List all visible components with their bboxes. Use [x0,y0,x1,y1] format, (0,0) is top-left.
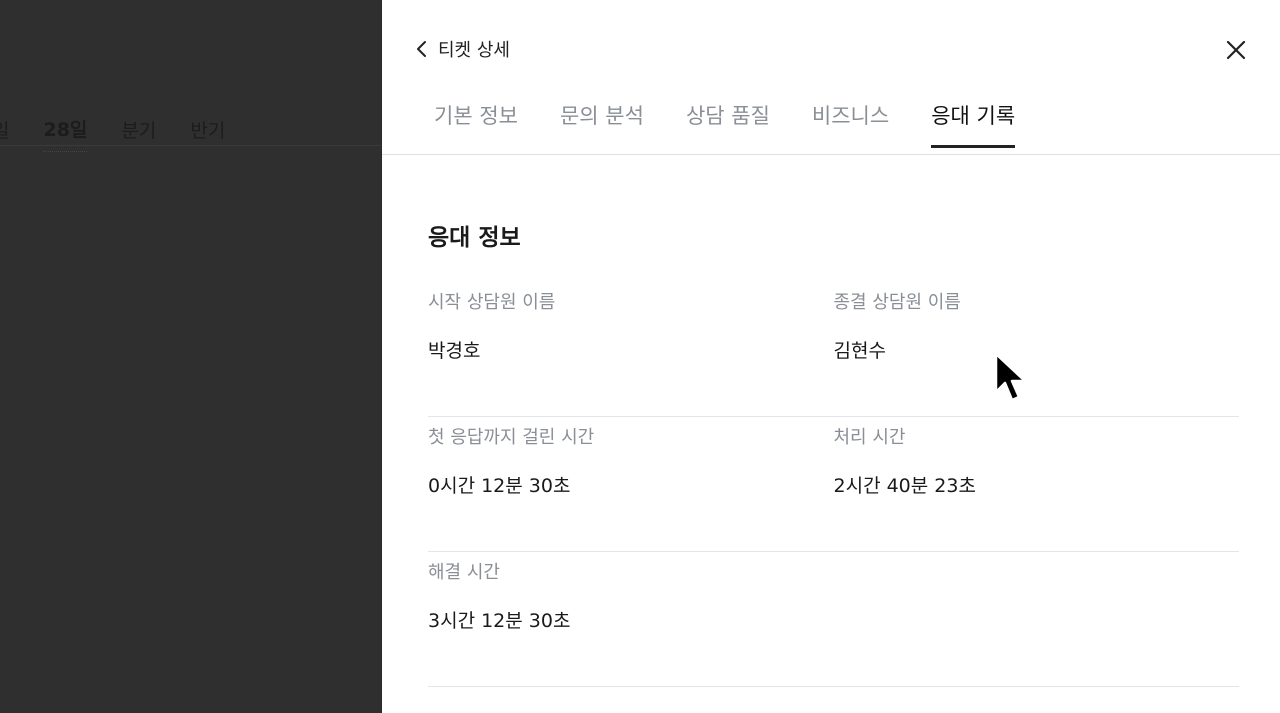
field-value: 김현수 [833,340,886,362]
tab-consultation-quality[interactable]: 상담 품질 [686,100,770,148]
field-label: 시작 상담원 이름 [428,292,556,313]
panel-header[interactable]: 티켓 상세 [412,36,510,62]
detail-tabs: 기본 정보 문의 분석 상담 품질 비즈니스 응대 기록 [434,100,1057,148]
tab-business[interactable]: 비즈니스 [812,100,889,148]
field-resolution-time: 해결 시간 3시간 12분 30초 [428,552,845,686]
period-tab-28days: 28일 [43,115,88,152]
mouse-cursor-icon [993,352,1031,408]
field-label: 해결 시간 [428,562,500,583]
chevron-left-icon[interactable] [412,39,432,59]
field-start-agent: 시작 상담원 이름 박경호 [428,282,834,416]
tab-basic-info[interactable]: 기본 정보 [434,100,518,148]
info-row: 첫 응답까지 걸린 시간 0시간 12분 30초 처리 시간 2시간 40분 2… [428,417,1239,552]
response-info-grid: 시작 상담원 이름 박경호 종결 상담원 이름 김현수 첫 응답까지 걸린 시간… [428,282,1239,687]
field-label: 처리 시간 [833,427,906,448]
tab-response-history[interactable]: 응대 기록 [931,100,1016,148]
field-value: 3시간 12분 30초 [428,610,571,632]
section-title: 응대 정보 [428,225,521,251]
field-handling-time: 처리 시간 2시간 40분 23초 [834,417,1240,551]
field-end-agent: 종결 상담원 이름 김현수 [834,282,1240,416]
period-tab-quarter: 분기 [121,119,157,142]
info-row: 시작 상담원 이름 박경호 종결 상담원 이름 김현수 [428,282,1239,417]
period-tab-half: 반기 [190,119,226,142]
background-divider [0,145,381,146]
field-value: 박경호 [428,340,481,362]
background-overlay[interactable]: 일 28일 분기 반기 [0,0,381,713]
field-first-response-time: 첫 응답까지 걸린 시간 0시간 12분 30초 [428,417,834,551]
field-value: 0시간 12분 30초 [428,475,571,497]
panel-title: 티켓 상세 [438,40,510,61]
ticket-detail-panel: 티켓 상세 기본 정보 문의 분석 상담 품질 비즈니스 응대 기록 응대 정보… [381,0,1280,713]
tab-inquiry-analysis[interactable]: 문의 분석 [560,100,644,148]
field-label: 첫 응답까지 걸린 시간 [428,427,595,448]
tab-divider [382,154,1280,155]
info-row: 해결 시간 3시간 12분 30초 [428,552,1239,687]
close-icon[interactable] [1224,38,1248,62]
field-label: 종결 상담원 이름 [833,292,961,313]
period-tab-day: 일 [0,119,10,142]
field-value: 2시간 40분 23초 [833,475,976,497]
